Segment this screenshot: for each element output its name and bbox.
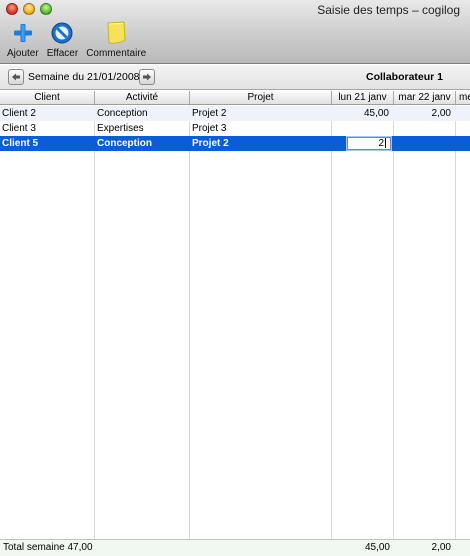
cell-project[interactable]: Projet 2	[190, 106, 331, 121]
editor-value: 2	[378, 138, 384, 149]
window-title: Saisie des temps – cogilog	[317, 3, 460, 17]
toolbar: Ajouter Effacer Commentaire	[0, 20, 150, 62]
next-week-button[interactable]	[139, 69, 155, 85]
week-label: Semaine du 21/01/2008	[28, 71, 140, 83]
collaborator-name: Collaborateur 1	[366, 71, 444, 83]
column-header-activity[interactable]: Activité	[95, 91, 190, 104]
delete-button[interactable]: Effacer	[43, 20, 83, 62]
cell-activity[interactable]: Expertises	[95, 121, 189, 136]
cell-wednesday-hours[interactable]	[456, 121, 470, 136]
comment-button-label: Commentaire	[86, 48, 147, 59]
sticky-note-icon	[104, 20, 128, 46]
column-header-wednesday[interactable]: me	[456, 91, 470, 104]
window-titlebar: Saisie des temps – cogilog Ajouter Effac…	[0, 0, 470, 64]
cell-wednesday-hours[interactable]	[456, 136, 470, 151]
table-header: Client Activité Projet lun 21 janv mar 2…	[0, 91, 470, 105]
previous-week-button[interactable]	[8, 69, 24, 85]
cell-tuesday-hours[interactable]: 2,00	[394, 106, 455, 121]
monday-total: 45,00	[364, 542, 390, 553]
cell-project[interactable]: Projet 3	[190, 121, 331, 136]
column-header-client[interactable]: Client	[0, 91, 95, 104]
cell-activity[interactable]: Conception	[95, 136, 189, 151]
cell-monday-hours[interactable]: 45,00	[332, 106, 393, 121]
cell-monday-hours[interactable]	[332, 121, 393, 136]
table-row-selected[interactable]: Client 5 Conception Projet 2 2	[0, 136, 470, 151]
delete-button-label: Effacer	[46, 48, 79, 59]
table-row[interactable]: Client 2 Conception Projet 2 45,00 2,00	[0, 106, 470, 121]
table-row[interactable]: Client 3 Expertises Projet 3	[0, 121, 470, 136]
monday-hours-editor[interactable]: 2	[347, 137, 391, 150]
arrow-right-icon	[143, 73, 151, 81]
timesheet-table: Client Activité Projet lun 21 janv mar 2…	[0, 91, 470, 539]
column-header-monday[interactable]: lun 21 janv	[332, 91, 394, 104]
comment-button[interactable]: Commentaire	[82, 20, 150, 62]
week-total: Total semaine 47,00	[3, 542, 93, 553]
plus-icon	[11, 20, 35, 46]
column-header-project[interactable]: Projet	[190, 91, 332, 104]
cell-activity[interactable]: Conception	[95, 106, 189, 121]
cell-tuesday-hours[interactable]	[394, 136, 455, 151]
column-grid	[0, 91, 470, 539]
cell-client[interactable]: Client 3	[0, 121, 94, 136]
window-controls	[6, 3, 52, 15]
cell-client[interactable]: Client 5	[0, 136, 94, 151]
cell-tuesday-hours[interactable]	[394, 121, 455, 136]
no-entry-icon	[50, 20, 74, 46]
week-navigation-bar: Semaine du 21/01/2008 Collaborateur 1	[0, 65, 470, 90]
add-button-label: Ajouter	[7, 48, 39, 59]
cell-project[interactable]: Projet 2	[190, 136, 331, 151]
minimize-window-button[interactable]	[23, 3, 35, 15]
column-header-tuesday[interactable]: mar 22 janv	[394, 91, 456, 104]
cell-wednesday-hours[interactable]	[456, 106, 470, 121]
arrow-left-icon	[12, 73, 20, 81]
text-caret	[385, 138, 386, 149]
tuesday-total: 2,00	[431, 542, 451, 553]
cell-client[interactable]: Client 2	[0, 106, 94, 121]
close-window-button[interactable]	[6, 3, 18, 15]
add-button[interactable]: Ajouter	[3, 20, 43, 62]
zoom-window-button[interactable]	[40, 3, 52, 15]
totals-bar: Total semaine 47,00 45,00 2,00	[0, 539, 470, 556]
